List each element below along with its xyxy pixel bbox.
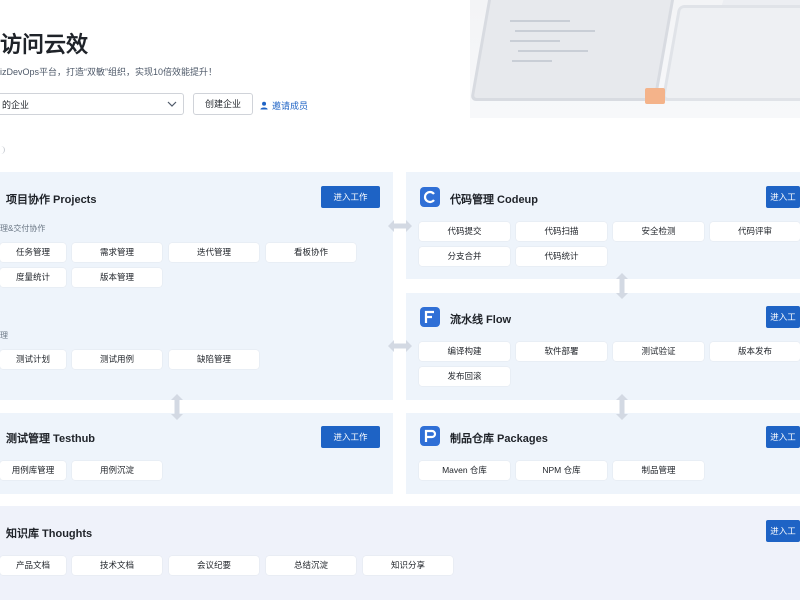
projects-panel: 项目协作 Projects 进入工作 理&交付协作 任务管理 需求管理 迭代管理…	[0, 172, 393, 400]
projects-enter-button[interactable]: 进入工作	[321, 186, 380, 208]
chip-case-library[interactable]: 用例库管理	[0, 461, 66, 480]
projects-title: 项目协作 Projects	[6, 194, 97, 206]
flow-title: 流水线 Flow	[450, 314, 512, 326]
packages-title: 制品仓库 Packages	[450, 433, 548, 445]
packages-icon	[420, 426, 440, 446]
packages-panel: 制品仓库 Packages 进入工 Maven 仓库 NPM 仓库 制品管理	[406, 413, 800, 494]
invite-member-label: 邀请成员	[272, 101, 309, 111]
flow-enter-button[interactable]: 进入工	[766, 306, 800, 328]
page-title: 访问云效	[0, 32, 89, 57]
chip-case-accumulation[interactable]: 用例沉淀	[72, 461, 162, 480]
chip-test-plan[interactable]: 测试计划	[0, 350, 66, 369]
collapse-handle[interactable]	[0, 146, 5, 154]
thoughts-enter-button[interactable]: 进入工	[766, 520, 800, 542]
chip-code-statistics[interactable]: 代码统计	[516, 247, 607, 266]
chip-build[interactable]: 编译构建	[419, 342, 510, 361]
thoughts-title: 知识库 Thoughts	[6, 528, 93, 540]
testhub-title: 测试管理 Testhub	[6, 433, 96, 445]
connector-arrow-icon	[388, 340, 412, 352]
chip-iteration-management[interactable]: 迭代管理	[169, 243, 259, 262]
chip-test-case[interactable]: 测试用例	[72, 350, 162, 369]
chip-version-management[interactable]: 版本管理	[72, 268, 162, 287]
page-subtitle: izDevOps平台，打造“双敏”组织，实现10倍效能提升！	[0, 67, 218, 77]
chip-tech-docs[interactable]: 技术文档	[72, 556, 162, 575]
chip-code-scan[interactable]: 代码扫描	[516, 222, 607, 241]
chip-code-commit[interactable]: 代码提交	[419, 222, 510, 241]
connector-arrow-icon	[616, 273, 628, 299]
testhub-enter-button[interactable]: 进入工作	[321, 426, 380, 448]
connector-arrow-icon	[616, 394, 628, 420]
codeup-enter-button[interactable]: 进入工	[766, 186, 800, 208]
flow-icon	[420, 307, 440, 327]
user-icon	[260, 101, 268, 110]
chip-requirement-management[interactable]: 需求管理	[72, 243, 162, 262]
org-select-value: 的企业	[2, 100, 30, 110]
create-org-button[interactable]: 创建企业	[193, 93, 253, 115]
codeup-title: 代码管理 Codeup	[450, 194, 538, 206]
chip-knowledge-sharing[interactable]: 知识分享	[363, 556, 453, 575]
chip-branch-merge[interactable]: 分支合并	[419, 247, 510, 266]
flow-panel: 流水线 Flow 进入工 编译构建 软件部署 测试验证 版本发布 发布回滚	[406, 293, 800, 400]
projects-group1-label: 理&交付协作	[0, 224, 46, 233]
chip-kanban[interactable]: 看板协作	[266, 243, 356, 262]
chevron-down-icon	[167, 101, 177, 107]
chip-release[interactable]: 版本发布	[710, 342, 800, 361]
chip-meeting-notes[interactable]: 会议纪要	[169, 556, 259, 575]
connector-arrow-icon	[171, 394, 183, 420]
hero-illustration	[470, 0, 800, 118]
projects-group2-label: 理	[0, 331, 8, 340]
org-select[interactable]: 的企业	[0, 93, 184, 115]
chip-test-verify[interactable]: 测试验证	[613, 342, 704, 361]
chip-metrics[interactable]: 度量统计	[0, 268, 66, 287]
chip-artifact-management[interactable]: 制品管理	[613, 461, 704, 480]
connector-arrow-icon	[388, 220, 412, 232]
chip-maven-repo[interactable]: Maven 仓库	[419, 461, 510, 480]
chip-summary[interactable]: 总结沉淀	[266, 556, 356, 575]
packages-enter-button[interactable]: 进入工	[766, 426, 800, 448]
chip-npm-repo[interactable]: NPM 仓库	[516, 461, 607, 480]
chip-security-check[interactable]: 安全检测	[613, 222, 704, 241]
chip-code-review[interactable]: 代码评审	[710, 222, 800, 241]
chip-task-management[interactable]: 任务管理	[0, 243, 66, 262]
testhub-panel: 测试管理 Testhub 进入工作 用例库管理 用例沉淀	[0, 413, 393, 494]
thoughts-panel: 知识库 Thoughts 进入工 产品文档 技术文档 会议纪要 总结沉淀 知识分…	[0, 506, 800, 600]
codeup-panel: 代码管理 Codeup 进入工 代码提交 代码扫描 安全检测 代码评审 分支合并…	[406, 172, 800, 279]
chip-product-docs[interactable]: 产品文档	[0, 556, 66, 575]
invite-member-link[interactable]: 邀请成员	[260, 99, 308, 112]
codeup-icon	[420, 187, 440, 207]
chip-defect-management[interactable]: 缺陷管理	[169, 350, 259, 369]
chip-deploy[interactable]: 软件部署	[516, 342, 607, 361]
chip-rollback[interactable]: 发布回滚	[419, 367, 510, 386]
